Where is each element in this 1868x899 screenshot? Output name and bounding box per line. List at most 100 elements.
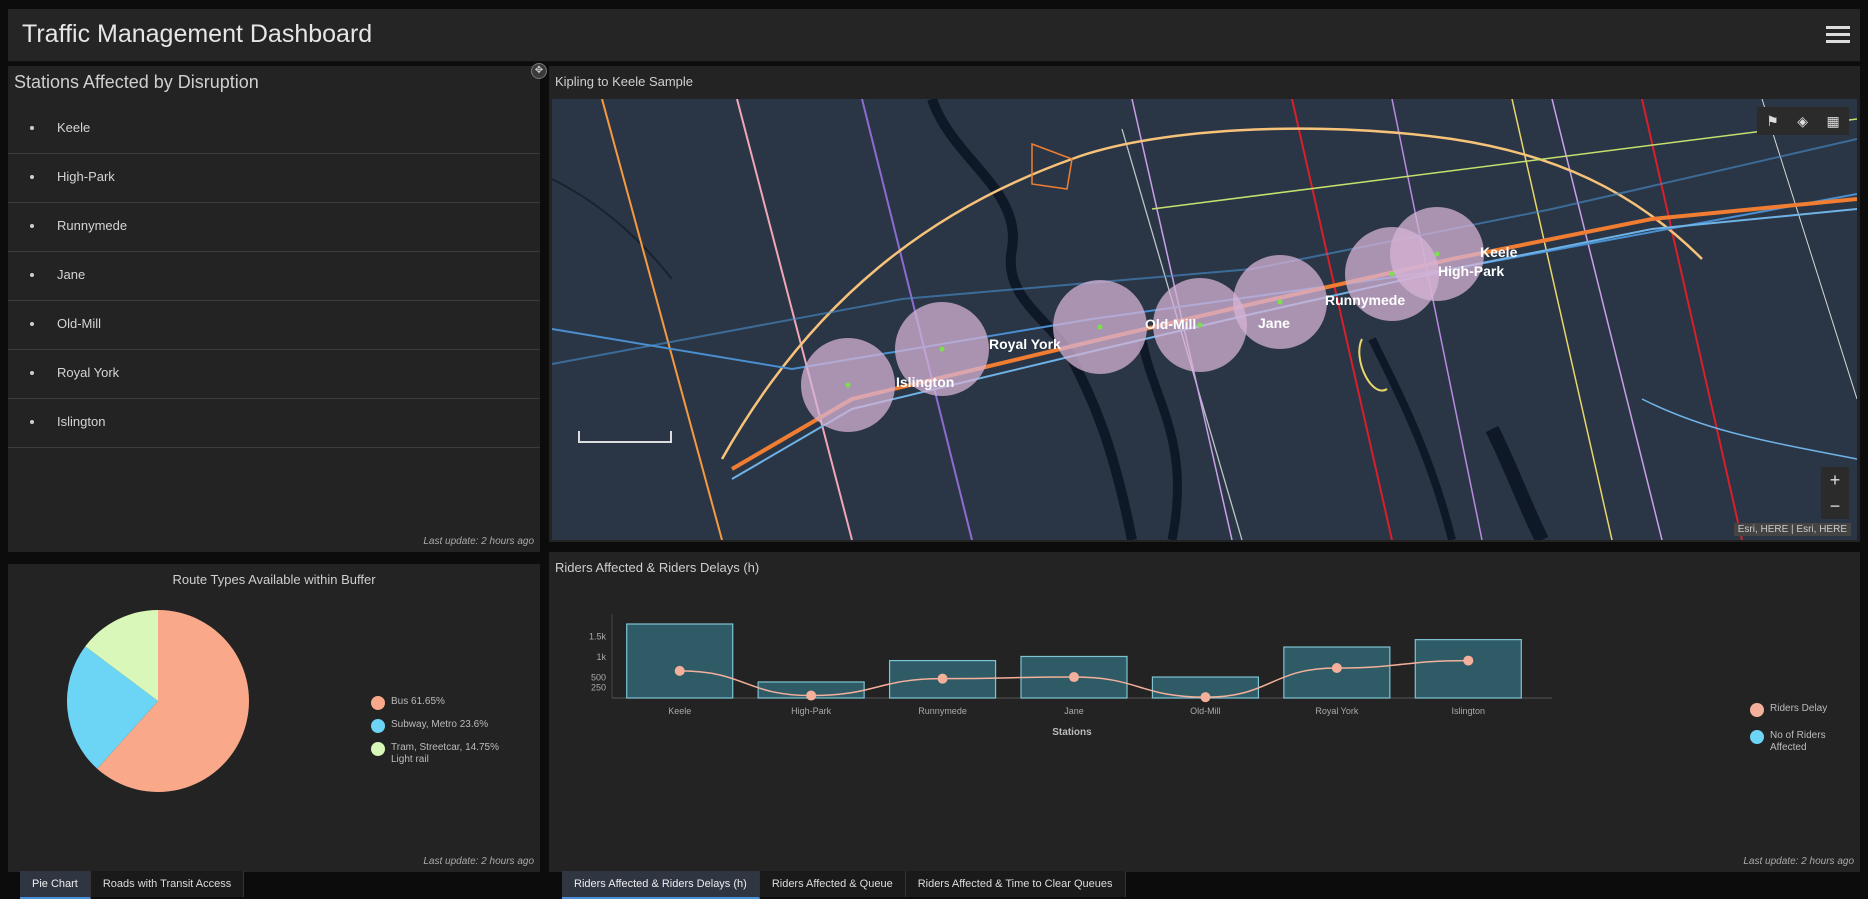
y-tick-label: 250 <box>591 683 606 693</box>
right-tab-bar: Riders Affected & Riders Delays (h) Ride… <box>562 871 1126 899</box>
left-tab-bar: Pie Chart Roads with Transit Access <box>20 871 245 899</box>
map-label-runnymede: Runnymede <box>1325 292 1405 308</box>
legend-label-subway: Subway, Metro 23.6% <box>391 719 489 730</box>
pie-last-update: Last update: 2 hours ago <box>423 856 534 867</box>
zoom-control: + − <box>1821 467 1849 519</box>
bookmark-icon[interactable]: ⚑ <box>1766 113 1779 130</box>
x-tick-label: Jane <box>1064 706 1084 716</box>
bar-chart: 250500 1k 1.5k Keele High-Park Runnymede Jane O… <box>589 614 1552 738</box>
tab-riders-time-to-clear[interactable]: Riders Affected & Time to Clear Queues <box>905 871 1126 897</box>
map-toolbar: ⚑ ◈ ▦ <box>1757 107 1849 135</box>
station-name: High-Park <box>57 169 115 184</box>
riders-delay-point[interactable] <box>1200 692 1211 703</box>
x-tick-label: Keele <box>668 706 691 716</box>
riders-delay-point[interactable] <box>1331 662 1342 673</box>
station-name: Islington <box>57 414 106 429</box>
map-attribution: Esri, HERE | Esri, HERE <box>1733 523 1851 536</box>
legend-label-tram: Tram, Streetcar, 14.75% Light rail <box>391 742 499 766</box>
list-item[interactable]: Runnymede <box>8 203 540 252</box>
map-label-keele: Keele <box>1480 244 1518 260</box>
riders-delay-point[interactable] <box>1069 672 1079 683</box>
legend-swatch-riders-affected <box>1750 730 1764 744</box>
y-tick-label: 1k <box>596 652 606 662</box>
tab-roads-transit-access[interactable]: Roads with Transit Access <box>90 871 245 897</box>
stations-list: Keele High-Park Runnymede Jane Old-Mill Royal… <box>8 105 540 448</box>
tab-riders-queue[interactable]: Riders Affected & Queue <box>759 871 906 897</box>
riders-delay-point[interactable] <box>674 665 685 676</box>
route-types-pie-panel: Route Types Available within Buffer Bus … <box>8 564 540 872</box>
bullet-icon <box>30 126 34 130</box>
station-name: Runnymede <box>57 218 128 233</box>
y-tick-label: 1.5k <box>589 631 607 641</box>
bullet-icon <box>30 420 34 424</box>
layers-icon[interactable]: ◈ <box>1797 113 1808 130</box>
bullet-icon <box>30 175 34 179</box>
dashboard-title: Traffic Management Dashboard <box>22 20 373 48</box>
stations-list-panel: Stations Affected by Disruption Keele Hig… <box>8 66 540 552</box>
list-item[interactable]: Royal York <box>8 350 540 399</box>
last-update-text: Last update: 2 hours ago <box>423 536 534 547</box>
legend-swatch-tram <box>371 742 385 756</box>
bullet-icon <box>30 224 34 228</box>
map-label-jane: Jane <box>1258 315 1290 331</box>
map-label-royal-york: Royal York <box>989 336 1061 352</box>
bar-riders-affected[interactable] <box>1414 639 1522 699</box>
legend-label-tram-line2: Light rail <box>391 754 429 765</box>
map-canvas: Islington Royal York Old-Mill Jane Runny… <box>552 99 1857 540</box>
x-axis-title: Stations <box>1052 727 1092 738</box>
basemap-gallery-icon[interactable]: ▦ <box>1827 113 1840 130</box>
bar-chart-plot: 250500 1k 1.5k Keele High-Park Runnymede Jane O… <box>589 614 1552 738</box>
legend-label-riders-affected-line2: Affected <box>1770 742 1807 753</box>
legend-bus[interactable]: Bus 61.65% <box>371 696 445 710</box>
legend-label-tram-line1: Tram, Streetcar, 14.75% <box>391 742 500 753</box>
legend-label-bus: Bus 61.65% <box>391 696 445 707</box>
list-item[interactable]: Islington <box>8 399 540 448</box>
x-tick-label: Islington <box>1452 706 1486 716</box>
bar-riders-affected[interactable] <box>626 623 734 699</box>
bullet-icon <box>30 371 34 375</box>
station-name: Royal York <box>57 365 120 380</box>
map-label-islington: Islington <box>896 374 954 390</box>
list-item[interactable]: Keele <box>8 105 540 154</box>
tab-pie-chart[interactable]: Pie Chart <box>20 871 91 899</box>
map-panel: Kipling to Keele Sample Islington Royal … <box>549 66 1860 542</box>
riders-delay-point[interactable] <box>806 690 817 701</box>
legend-label-riders-affected: No of Riders Affected <box>1770 730 1826 754</box>
map-label-old-mill: Old-Mill <box>1145 316 1196 332</box>
legend-riders-affected[interactable]: No of Riders Affected <box>1750 730 1826 754</box>
x-tick-label: Old-Mill <box>1190 706 1221 716</box>
map-scale-bar <box>578 431 672 443</box>
legend-subway[interactable]: Subway, Metro 23.6% <box>371 719 488 733</box>
legend-swatch-subway <box>371 719 385 733</box>
x-tick-label: High-Park <box>791 706 832 716</box>
riders-delay-point[interactable] <box>1463 655 1474 666</box>
legend-label-riders-delay: Riders Delay <box>1770 703 1828 714</box>
app-header: Traffic Management Dashboard <box>8 9 1860 62</box>
riders-delay-point[interactable] <box>937 673 948 684</box>
map-view[interactable]: Islington Royal York Old-Mill Jane Runny… <box>552 99 1857 540</box>
stations-panel-title: Stations Affected by Disruption <box>14 72 259 92</box>
zoom-in-button[interactable]: + <box>1821 467 1849 493</box>
list-item[interactable]: High-Park <box>8 154 540 203</box>
panel-resize-icon[interactable]: ✥ <box>531 63 547 79</box>
map-label-high-park: High-Park <box>1438 263 1504 279</box>
riders-bar-panel: Riders Affected & Riders Delays (h) 250 5… <box>549 552 1860 872</box>
legend-swatch-riders-delay <box>1750 703 1764 717</box>
legend-tram[interactable]: Tram, Streetcar, 14.75% Light rail <box>371 742 499 766</box>
menu-icon[interactable] <box>1826 23 1850 45</box>
tab-riders-delays[interactable]: Riders Affected & Riders Delays (h) <box>562 871 760 899</box>
station-name: Keele <box>57 120 91 135</box>
bullet-icon <box>30 322 34 326</box>
station-name: Jane <box>57 267 86 282</box>
legend-label-riders-affected-line1: No of Riders <box>1770 730 1826 741</box>
bar-last-update: Last update: 2 hours ago <box>1743 856 1854 867</box>
pie-chart <box>67 610 250 792</box>
list-item[interactable]: Old-Mill <box>8 301 540 350</box>
zoom-out-button[interactable]: − <box>1821 493 1849 519</box>
station-name: Old-Mill <box>57 316 102 331</box>
bullet-icon <box>30 273 34 277</box>
list-item[interactable]: Jane <box>8 252 540 301</box>
map-panel-title: Kipling to Keele Sample <box>555 74 694 89</box>
legend-riders-delay[interactable]: Riders Delay <box>1750 703 1827 717</box>
legend-swatch-bus <box>371 696 385 710</box>
